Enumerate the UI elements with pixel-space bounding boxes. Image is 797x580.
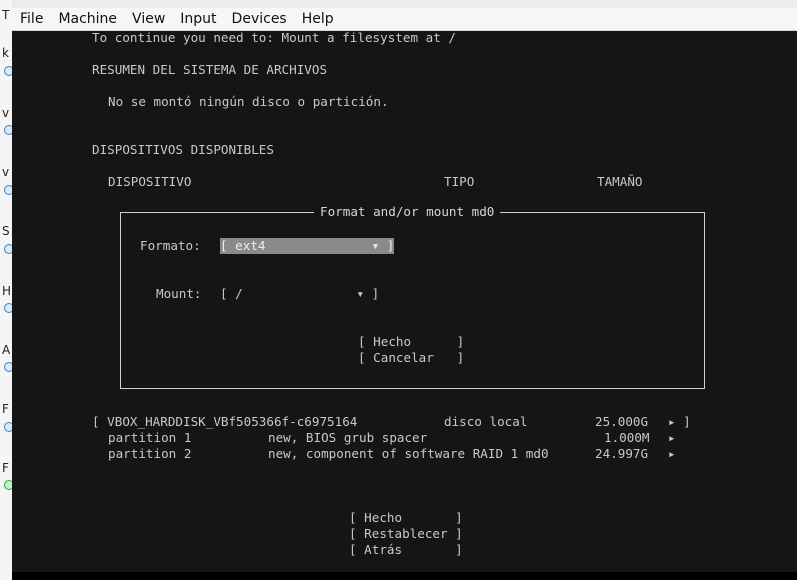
continue-message: To continue you need to: Mount a filesys…	[92, 31, 456, 45]
host-app-strip: T k v v S H A F F	[0, 0, 14, 580]
footer-back-button[interactable]: [ Atrás ]	[349, 542, 463, 558]
menu-devices[interactable]: Devices	[224, 11, 294, 27]
strip-letter: k	[2, 46, 9, 60]
menu-file[interactable]: File	[12, 11, 50, 27]
device-row-type: disco local	[444, 414, 528, 429]
partition-row-type: new, BIOS grub spacer	[268, 430, 428, 445]
menu-view[interactable]: View	[124, 11, 172, 27]
device-row-arrow-icon[interactable]: ▸ ]	[668, 414, 691, 430]
format-label: Formato:	[140, 238, 201, 253]
menu-machine[interactable]: Machine	[50, 11, 124, 27]
partition-row-arrow-icon[interactable]: ▸	[668, 446, 676, 462]
done-button[interactable]: [ Hecho ]	[358, 334, 464, 350]
strip-letter: v	[2, 165, 10, 179]
menubar: File Machine View Input Devices Help	[12, 8, 797, 31]
strip-letter: v	[2, 106, 10, 120]
format-select[interactable]: [ ext4 ▾ ]	[220, 238, 395, 254]
mount-label: Mount:	[156, 286, 202, 301]
strip-letter: T	[2, 8, 10, 22]
installer-console: To continue you need to: Mount a filesys…	[12, 31, 797, 580]
dialog-title: Format and/or mount md0	[314, 204, 501, 220]
strip-letter: A	[2, 343, 11, 357]
partition-row-size: 1.000M	[604, 430, 650, 445]
mount-select[interactable]: [ / ▾ ]	[220, 286, 379, 302]
column-device: DISPOSITIVO	[108, 174, 192, 189]
partition-row-name[interactable]: partition 1	[108, 430, 191, 446]
partition-row-name[interactable]: partition 2	[108, 446, 191, 462]
console-bottom-edge	[12, 572, 797, 580]
device-row-name[interactable]: [ VBOX_HARDDISK_VBf505366f-c6975164	[92, 414, 357, 430]
menu-input[interactable]: Input	[172, 11, 223, 27]
strip-letter: S	[2, 224, 10, 238]
strip-letter: F	[2, 461, 9, 475]
partition-row-arrow-icon[interactable]: ▸	[668, 430, 676, 446]
footer-reset-button[interactable]: [ Restablecer ]	[349, 526, 463, 542]
summary-heading: RESUMEN DEL SISTEMA DE ARCHIVOS	[92, 62, 328, 77]
format-mount-dialog: Format and/or mount md0 Formato: [ ext4 …	[120, 204, 705, 389]
column-type: TIPO	[444, 174, 475, 189]
cancel-button[interactable]: [ Cancelar ]	[358, 350, 464, 366]
strip-letter: F	[2, 402, 9, 416]
device-row-size: 25.000G	[595, 414, 649, 429]
strip-letter: H	[2, 284, 12, 298]
partition-row-size: 24.997G	[595, 446, 649, 461]
column-size: TAMAÑO	[597, 174, 643, 189]
menu-help[interactable]: Help	[294, 11, 341, 27]
footer-done-button[interactable]: [ Hecho ]	[349, 510, 463, 526]
virtualbox-vm-window: File Machine View Input Devices Help To …	[12, 8, 797, 580]
partition-row-type: new, component of software RAID 1 md0	[268, 446, 549, 461]
devices-heading: DISPOSITIVOS DISPONIBLES	[92, 142, 274, 157]
summary-empty-message: No se montó ningún disco o partición.	[108, 94, 389, 109]
